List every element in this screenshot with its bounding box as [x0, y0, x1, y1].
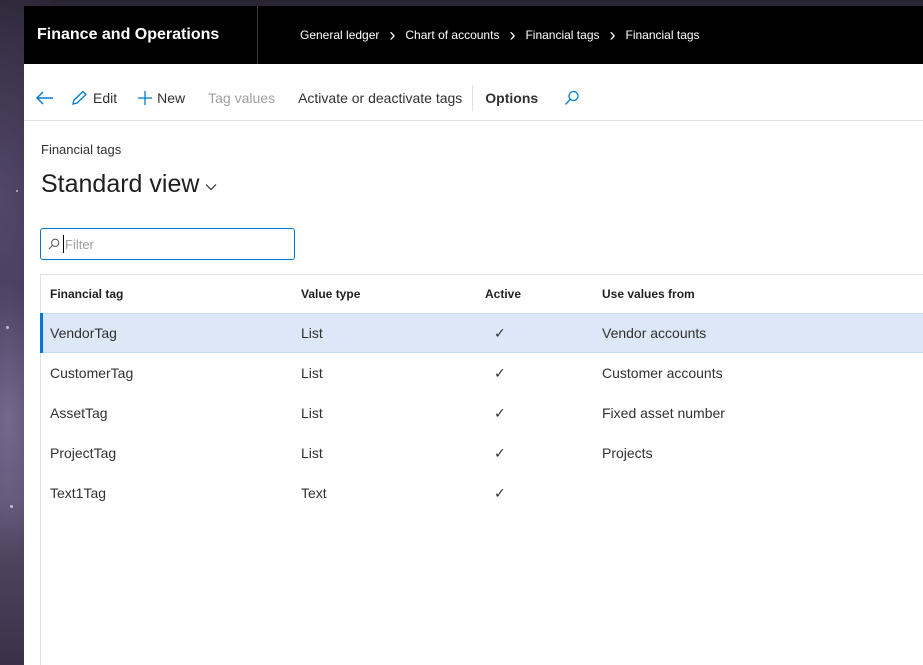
- breadcrumb-financial-tags-current[interactable]: Financial tags: [626, 28, 700, 42]
- background-star: [6, 326, 9, 329]
- grid-body: VendorTag List ✓ Vendor accounts Custome…: [40, 313, 923, 665]
- cell-use-values-from: Fixed asset number: [602, 405, 725, 421]
- column-header-financial-tag[interactable]: Financial tag: [41, 287, 296, 301]
- view-title: Standard view: [41, 170, 200, 198]
- column-header-active[interactable]: Active: [479, 287, 602, 301]
- topbar-divider: [257, 6, 258, 64]
- breadcrumb: General ledger › Chart of accounts › Fin…: [300, 25, 700, 45]
- cell-value-type: List: [301, 405, 323, 421]
- cell-use-values-from: Vendor accounts: [602, 325, 707, 341]
- activate-deactivate-tags-button[interactable]: Activate or deactivate tags: [298, 90, 462, 106]
- cell-financial-tag: ProjectTag: [50, 445, 117, 461]
- table-row[interactable]: ProjectTag List ✓ Projects: [41, 433, 923, 473]
- breadcrumb-financial-tags[interactable]: Financial tags: [525, 28, 599, 42]
- checkmark-icon: ✓: [494, 444, 506, 461]
- view-selector[interactable]: Standard view: [41, 170, 217, 199]
- table-row[interactable]: VendorTag List ✓ Vendor accounts: [40, 313, 923, 353]
- column-header-value-type[interactable]: Value type: [296, 287, 479, 301]
- cell-value-type: List: [301, 325, 323, 341]
- edit-label: Edit: [93, 90, 118, 106]
- new-label: New: [157, 90, 186, 106]
- back-arrow-icon: [36, 91, 53, 105]
- plus-icon: [138, 91, 153, 105]
- grid-header: Financial tag Value type Active Use valu…: [41, 275, 923, 313]
- checkmark-icon: ✓: [494, 324, 506, 341]
- filter-box[interactable]: [40, 228, 295, 260]
- chevron-right-icon: ›: [609, 25, 616, 45]
- cell-financial-tag: Text1Tag: [50, 485, 107, 501]
- toolbar-divider: [472, 85, 474, 111]
- breadcrumb-chart-of-accounts[interactable]: Chart of accounts: [405, 28, 499, 42]
- background-star: [10, 505, 13, 508]
- cell-financial-tag: CustomerTag: [50, 365, 134, 381]
- background-star: [16, 190, 18, 192]
- table-row[interactable]: CustomerTag List ✓ Customer accounts: [41, 353, 923, 393]
- table-row[interactable]: AssetTag List ✓ Fixed asset number: [41, 393, 923, 433]
- checkmark-icon: ✓: [494, 364, 506, 381]
- checkmark-icon: ✓: [494, 484, 506, 501]
- table-row[interactable]: Text1Tag Text ✓: [41, 473, 923, 513]
- app-window: Finance and Operations General ledger › …: [24, 6, 923, 665]
- breadcrumb-general-ledger[interactable]: General ledger: [300, 28, 379, 42]
- cell-financial-tag: VendorTag: [50, 325, 117, 341]
- filter-input[interactable]: [63, 235, 277, 253]
- page-caption: Financial tags: [41, 142, 122, 157]
- search-icon: [565, 90, 579, 105]
- search-button[interactable]: [564, 90, 580, 106]
- financial-tags-grid: Financial tag Value type Active Use valu…: [40, 274, 923, 665]
- edit-button[interactable]: Edit: [70, 90, 117, 106]
- checkmark-icon: ✓: [494, 404, 506, 421]
- tag-values-button[interactable]: Tag values: [208, 90, 275, 106]
- new-button[interactable]: New: [137, 90, 185, 106]
- pencil-icon: [72, 90, 87, 105]
- options-tab[interactable]: Options: [485, 90, 538, 106]
- top-navigation-bar: Finance and Operations General ledger › …: [24, 6, 923, 64]
- cell-value-type: List: [301, 445, 323, 461]
- chevron-down-icon: [206, 183, 217, 190]
- chevron-right-icon: ›: [509, 25, 516, 45]
- cell-value-type: List: [301, 365, 323, 381]
- action-pane: Edit New Tag values Activate or deactiva…: [24, 76, 923, 121]
- back-button[interactable]: [36, 91, 56, 105]
- app-title[interactable]: Finance and Operations: [24, 26, 257, 44]
- search-icon: [48, 238, 60, 250]
- column-header-use-values-from[interactable]: Use values from: [602, 287, 923, 301]
- cell-use-values-from: Customer accounts: [602, 365, 723, 381]
- chevron-right-icon: ›: [389, 25, 396, 45]
- cell-financial-tag: AssetTag: [50, 405, 108, 421]
- cell-use-values-from: Projects: [602, 445, 653, 461]
- cell-value-type: Text: [301, 485, 327, 501]
